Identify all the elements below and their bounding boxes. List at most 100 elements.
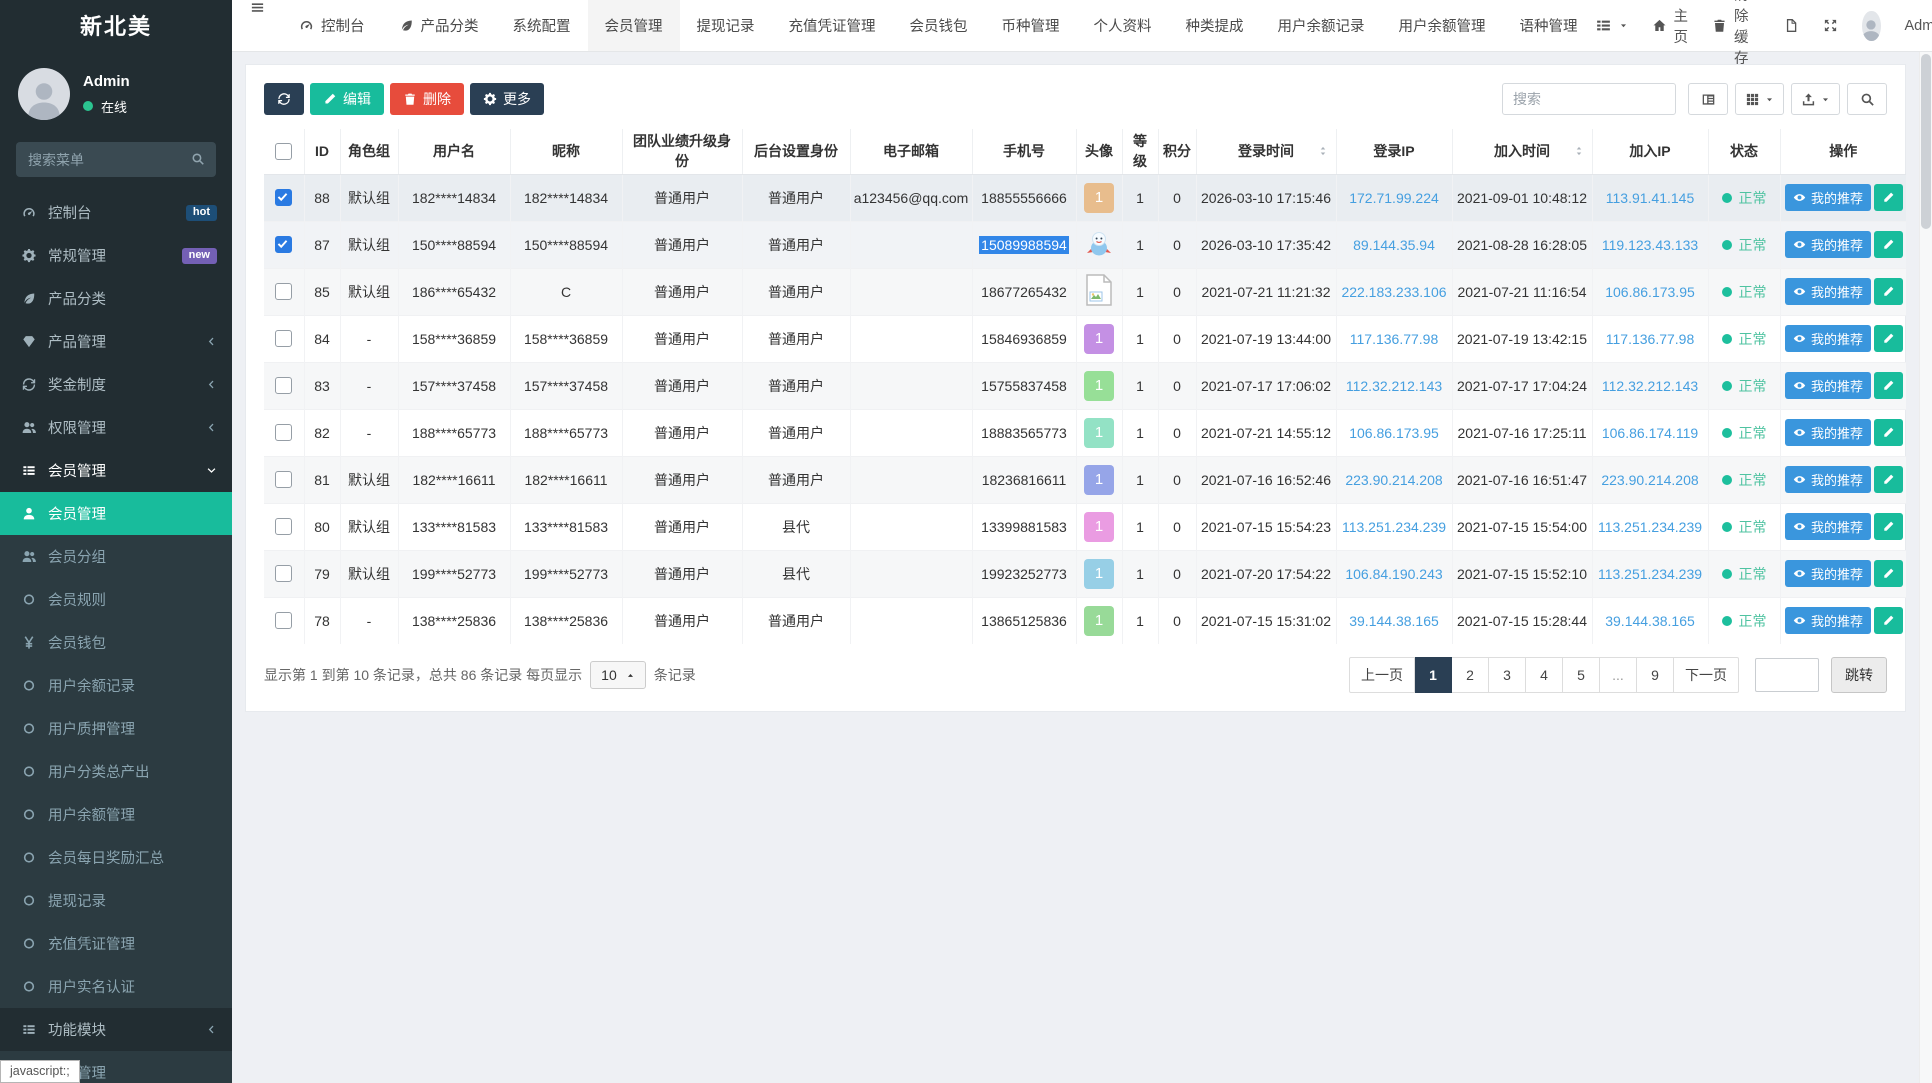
edit-row-button[interactable] [1874, 325, 1903, 352]
sidebar-item[interactable]: 会员管理 [0, 449, 232, 492]
top-tab[interactable]: 提现记录 [680, 0, 772, 51]
search-button[interactable] [1847, 83, 1887, 115]
top-tab[interactable]: 种类提成 [1169, 0, 1261, 51]
recommend-button[interactable]: 我的推荐 [1785, 184, 1871, 211]
top-tab[interactable]: 会员管理 [588, 0, 680, 51]
search-icon[interactable] [191, 152, 205, 166]
prev-page-button[interactable]: 上一页 [1349, 657, 1415, 693]
language-icon[interactable] [1784, 18, 1799, 33]
sidebar-item[interactable]: 会员每日奖励汇总 [0, 836, 232, 879]
sidebar-item[interactable]: 产品分类 [0, 277, 232, 320]
page-button[interactable]: 1 [1415, 657, 1452, 693]
row-checkbox[interactable] [275, 424, 292, 441]
page-size-select[interactable]: 10 [590, 661, 646, 689]
recommend-button[interactable]: 我的推荐 [1785, 607, 1871, 634]
top-tab[interactable]: 充值凭证管理 [772, 0, 893, 51]
edit-row-button[interactable] [1874, 231, 1903, 258]
select-all-checkbox[interactable] [275, 143, 292, 160]
row-checkbox[interactable] [275, 189, 292, 206]
row-checkbox[interactable] [275, 283, 292, 300]
sidebar-item[interactable]: 充值凭证管理 [0, 922, 232, 965]
row-checkbox[interactable] [275, 330, 292, 347]
recommend-button[interactable]: 我的推荐 [1785, 231, 1871, 258]
ip-link[interactable]: 39.144.38.165 [1349, 613, 1439, 629]
ip-link[interactable]: 223.90.214.208 [1345, 472, 1442, 488]
top-tab[interactable]: 产品分类 [382, 0, 496, 51]
top-tab[interactable]: 用户余额记录 [1261, 0, 1382, 51]
column-header-login_time[interactable]: 登录时间 [1196, 129, 1336, 174]
ip-link[interactable]: 113.251.234.239 [1598, 519, 1702, 535]
recommend-button[interactable]: 我的推荐 [1785, 466, 1871, 493]
edit-button[interactable]: 编辑 [310, 83, 384, 115]
page-button[interactable]: 3 [1489, 657, 1526, 693]
ip-link[interactable]: 106.84.190.243 [1345, 566, 1442, 582]
edit-row-button[interactable] [1874, 560, 1903, 587]
ip-link[interactable]: 112.32.212.143 [1346, 378, 1442, 394]
scrollbar-thumb[interactable] [1921, 54, 1931, 229]
row-checkbox[interactable] [275, 518, 292, 535]
sidebar-item[interactable]: 用户余额记录 [0, 664, 232, 707]
edit-row-button[interactable] [1874, 513, 1903, 540]
sidebar-item[interactable]: 用户质押管理 [0, 707, 232, 750]
clear-cache-link[interactable]: 清除缓存 [1712, 0, 1760, 68]
edit-row-button[interactable] [1874, 466, 1903, 493]
sidebar-item[interactable]: 用户实名认证 [0, 965, 232, 1008]
recommend-button[interactable]: 我的推荐 [1785, 513, 1871, 540]
jump-button[interactable]: 跳转 [1831, 657, 1887, 693]
page-button[interactable]: 4 [1526, 657, 1563, 693]
recommend-button[interactable]: 我的推荐 [1785, 419, 1871, 446]
sidebar-item[interactable]: 用户分类总产出 [0, 750, 232, 793]
recommend-button[interactable]: 我的推荐 [1785, 372, 1871, 399]
edit-row-button[interactable] [1874, 419, 1903, 446]
ip-link[interactable]: 112.32.212.143 [1602, 378, 1698, 394]
ip-link[interactable]: 106.86.173.95 [1605, 284, 1695, 300]
jump-page-input[interactable] [1755, 658, 1819, 692]
home-link[interactable]: 主页 [1652, 5, 1689, 47]
top-tab[interactable]: 个人资料 [1077, 0, 1169, 51]
sidebar-item[interactable]: 产品管理 [0, 320, 232, 363]
sidebar-item[interactable]: 会员钱包 [0, 621, 232, 664]
ip-link[interactable]: 106.86.174.119 [1602, 425, 1698, 441]
ip-link[interactable]: 106.86.173.95 [1349, 425, 1439, 441]
top-tab[interactable]: 语种管理 [1503, 0, 1595, 51]
table-search-input[interactable] [1502, 83, 1676, 115]
sidebar-item[interactable]: 会员管理 [0, 492, 232, 535]
edit-row-button[interactable] [1874, 372, 1903, 399]
row-checkbox[interactable] [275, 236, 292, 253]
menu-list-dropdown[interactable] [1595, 17, 1628, 34]
sidebar-item[interactable]: 用户余额管理 [0, 793, 232, 836]
ip-link[interactable]: 172.71.99.224 [1349, 190, 1439, 206]
top-tab[interactable]: 会员钱包 [893, 0, 985, 51]
ip-link[interactable]: 117.136.77.98 [1606, 331, 1695, 347]
user-avatar[interactable] [1862, 11, 1880, 41]
sidebar-search-input[interactable] [16, 142, 216, 177]
page-button[interactable]: 5 [1563, 657, 1600, 693]
ip-link[interactable]: 222.183.233.106 [1341, 284, 1446, 300]
row-checkbox[interactable] [275, 377, 292, 394]
ip-link[interactable]: 113.251.234.239 [1598, 566, 1702, 582]
scrollbar-track[interactable] [1919, 52, 1932, 1083]
more-button[interactable]: 更多 [470, 83, 544, 115]
edit-row-button[interactable] [1874, 607, 1903, 634]
ip-link[interactable]: 39.144.38.165 [1605, 613, 1695, 629]
top-tab[interactable]: 系统配置 [496, 0, 588, 51]
ip-link[interactable]: 117.136.77.98 [1350, 331, 1439, 347]
page-button[interactable]: 2 [1452, 657, 1489, 693]
refresh-button[interactable] [264, 83, 304, 115]
edit-row-button[interactable] [1874, 278, 1903, 305]
sidebar-item[interactable]: 常规管理new [0, 234, 232, 277]
recommend-button[interactable]: 我的推荐 [1785, 325, 1871, 352]
ip-link[interactable]: 223.90.214.208 [1601, 472, 1698, 488]
delete-button[interactable]: 删除 [390, 83, 464, 115]
recommend-button[interactable]: 我的推荐 [1785, 278, 1871, 305]
export-button[interactable] [1791, 83, 1840, 115]
hamburger-icon[interactable] [232, 0, 282, 15]
ip-link[interactable]: 113.251.234.239 [1342, 519, 1446, 535]
detail-view-button[interactable] [1688, 83, 1728, 115]
top-tab[interactable]: 币种管理 [985, 0, 1077, 51]
row-checkbox[interactable] [275, 612, 292, 629]
top-tab[interactable]: 用户余额管理 [1382, 0, 1503, 51]
fullscreen-icon[interactable] [1823, 18, 1838, 33]
ip-link[interactable]: 119.123.43.133 [1602, 237, 1698, 253]
row-checkbox[interactable] [275, 471, 292, 488]
